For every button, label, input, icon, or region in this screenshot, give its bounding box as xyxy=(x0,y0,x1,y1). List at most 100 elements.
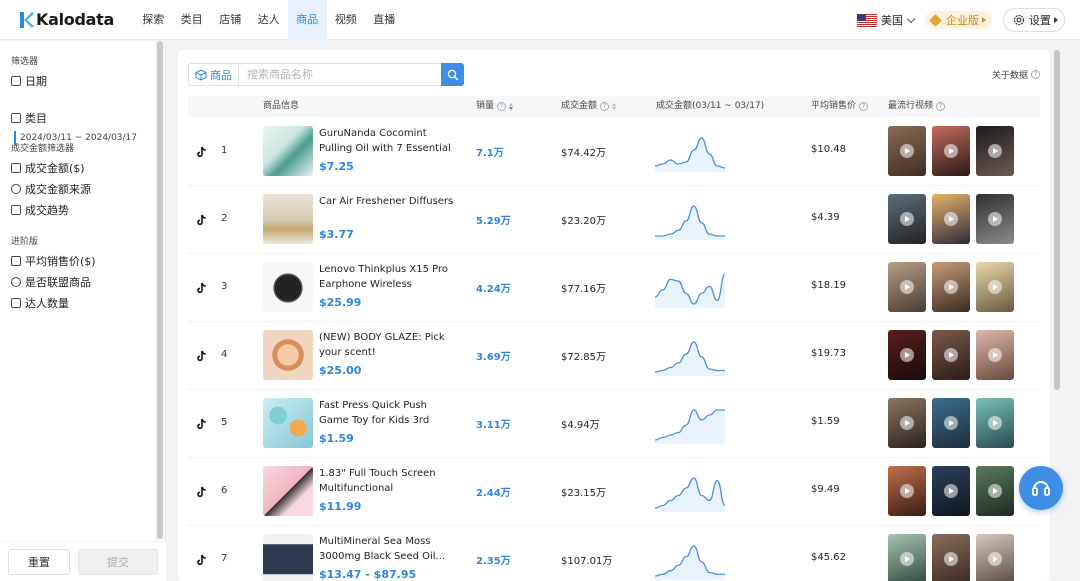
receipt-icon xyxy=(11,163,21,173)
play-icon xyxy=(900,212,914,226)
gmv-value: $74.42万 xyxy=(561,148,606,159)
table-row[interactable]: 3 Lenovo Thinkplus X15 Pro Earphone Wire… xyxy=(188,254,1040,322)
sidebar-item-affiliate[interactable]: 是否联盟商品 xyxy=(11,274,91,290)
product-name[interactable]: MultiMineral Sea Moss 3000mg Black Seed … xyxy=(319,534,455,564)
video-thumbnail[interactable] xyxy=(932,262,970,312)
help-icon: ? xyxy=(600,102,610,111)
table-row[interactable]: 7 MultiMineral Sea Moss 3000mg Black See… xyxy=(188,526,1040,581)
product-name[interactable]: Car Air Freshener Diffusers xyxy=(319,194,455,209)
video-thumbnail[interactable] xyxy=(932,330,970,380)
submit-button[interactable]: 提交 xyxy=(78,549,158,575)
table-row[interactable]: 2 Car Air Freshener Diffusers $3.77 5.29… xyxy=(188,186,1040,254)
box-icon xyxy=(11,184,21,194)
video-thumbnail[interactable] xyxy=(932,194,970,244)
video-thumbnail[interactable] xyxy=(888,534,926,581)
product-name[interactable]: (NEW) BODY GLAZE: Pick your scent! xyxy=(319,330,455,360)
video-thumbnail[interactable] xyxy=(976,330,1014,380)
gmv-trend-sparkline xyxy=(654,477,726,512)
video-thumbnail[interactable] xyxy=(888,330,926,380)
column-gmv[interactable]: 成交金额? xyxy=(561,96,617,117)
product-thumbnail[interactable] xyxy=(263,534,313,581)
video-thumbnail[interactable] xyxy=(976,194,1014,244)
play-icon xyxy=(988,484,1002,498)
video-thumbnail[interactable] xyxy=(932,126,970,176)
sidebar-item-creator-count[interactable]: 达人数量 xyxy=(11,295,69,311)
product-name[interactable]: Lenovo Thinkplus X15 Pro Earphone Wirele… xyxy=(319,262,455,292)
enterprise-badge[interactable]: 企业版 xyxy=(925,11,992,29)
product-name[interactable]: 1.83" Full Touch Screen Multifunctional … xyxy=(319,466,455,496)
video-thumbnail[interactable] xyxy=(888,194,926,244)
video-thumbnail[interactable] xyxy=(888,126,926,176)
sidebar-item-gmv-trend[interactable]: 成交趋势 xyxy=(11,202,69,218)
product-thumbnail[interactable] xyxy=(263,126,313,176)
rank-number: 4 xyxy=(221,349,228,360)
bar-chart-icon xyxy=(11,205,21,215)
sales-volume: 5.29万 xyxy=(476,216,511,227)
video-thumbnail[interactable] xyxy=(976,466,1014,516)
product-thumbnail[interactable] xyxy=(263,466,313,516)
sidebar-item-label: 达人数量 xyxy=(25,297,69,310)
gmv-trend-sparkline xyxy=(654,409,725,444)
sidebar-item-date[interactable]: 日期 xyxy=(11,73,47,89)
play-icon xyxy=(944,484,958,498)
region-selector[interactable]: 美国 xyxy=(857,12,916,28)
about-data-link[interactable]: 关于数据 ? xyxy=(992,68,1041,81)
nav-item[interactable]: 店铺 xyxy=(211,0,250,40)
logo-text: Kalodata xyxy=(36,10,114,29)
search-type-label: 商品 xyxy=(210,68,232,82)
video-thumbnail[interactable] xyxy=(976,126,1014,176)
product-thumbnail[interactable] xyxy=(263,398,313,448)
video-thumbnail[interactable] xyxy=(888,466,926,516)
customer-support-button[interactable] xyxy=(1019,466,1063,510)
logo[interactable]: Kalodata xyxy=(18,10,114,29)
nav-item[interactable]: 探索 xyxy=(134,0,173,40)
nav-item[interactable]: 商品 xyxy=(288,0,327,40)
table-row[interactable]: 4 (NEW) BODY GLAZE: Pick your scent! $25… xyxy=(188,322,1040,390)
top-videos xyxy=(888,194,1014,244)
search-button[interactable] xyxy=(441,63,464,86)
sidebar-item-gmv-source[interactable]: 成交金额来源 xyxy=(11,181,91,197)
product-thumbnail[interactable] xyxy=(263,194,313,244)
sort-icon[interactable] xyxy=(509,103,514,110)
video-thumbnail[interactable] xyxy=(888,262,926,312)
tiktok-icon xyxy=(197,554,206,566)
product-name[interactable]: GuruNanda Cocomint Pulling Oil with 7 Es… xyxy=(319,126,455,156)
sidebar-item-category[interactable]: 类目 xyxy=(11,110,47,126)
search-type-selector[interactable]: 商品 xyxy=(189,64,239,85)
video-thumbnail[interactable] xyxy=(888,398,926,448)
settings-button[interactable]: 设置 xyxy=(1003,8,1065,32)
reset-button[interactable]: 重置 xyxy=(8,549,70,575)
play-icon xyxy=(944,348,958,362)
search-input[interactable] xyxy=(239,64,439,85)
table-row[interactable]: 5 Fast Press Quick Push Game Toy for Kid… xyxy=(188,390,1040,458)
product-name[interactable]: Fast Press Quick Push Game Toy for Kids … xyxy=(319,398,455,428)
column-sales[interactable]: 销量? xyxy=(476,96,514,117)
scrollbar-thumb[interactable] xyxy=(157,41,163,539)
sidebar-item-label: 类目 xyxy=(25,112,47,125)
nav-item[interactable]: 直播 xyxy=(365,0,404,40)
video-thumbnail[interactable] xyxy=(932,398,970,448)
nav-item[interactable]: 类目 xyxy=(173,0,212,40)
avg-price: $1.59 xyxy=(811,416,840,427)
table-row[interactable]: 6 1.83" Full Touch Screen Multifunctiona… xyxy=(188,458,1040,526)
product-thumbnail[interactable] xyxy=(263,262,313,312)
sidebar-item-avg-price[interactable]: 平均销售价($) xyxy=(11,253,96,269)
play-icon xyxy=(988,416,1002,430)
nav-item[interactable]: 达人 xyxy=(250,0,289,40)
video-thumbnail[interactable] xyxy=(976,262,1014,312)
sort-icon[interactable] xyxy=(612,103,617,110)
table-row[interactable]: 1 GuruNanda Cocomint Pulling Oil with 7 … xyxy=(188,118,1040,186)
video-thumbnail[interactable] xyxy=(976,534,1014,581)
scrollbar-thumb[interactable] xyxy=(1054,50,1060,390)
sidebar-item-label: 成交趋势 xyxy=(25,204,69,217)
filter-sidebar: 筛选器 日期 2024/03/11 ~ 2024/03/17 类目 成交金额筛选… xyxy=(0,41,166,581)
help-icon: ? xyxy=(1031,70,1041,79)
nav-item[interactable]: 视频 xyxy=(327,0,366,40)
column-avg-price[interactable]: 平均销售价? xyxy=(811,96,869,117)
video-thumbnail[interactable] xyxy=(932,534,970,581)
sidebar-scrollbar[interactable] xyxy=(155,41,165,540)
product-thumbnail[interactable] xyxy=(263,330,313,380)
video-thumbnail[interactable] xyxy=(976,398,1014,448)
video-thumbnail[interactable] xyxy=(932,466,970,516)
sidebar-item-gmv[interactable]: 成交金额($) xyxy=(11,160,85,176)
